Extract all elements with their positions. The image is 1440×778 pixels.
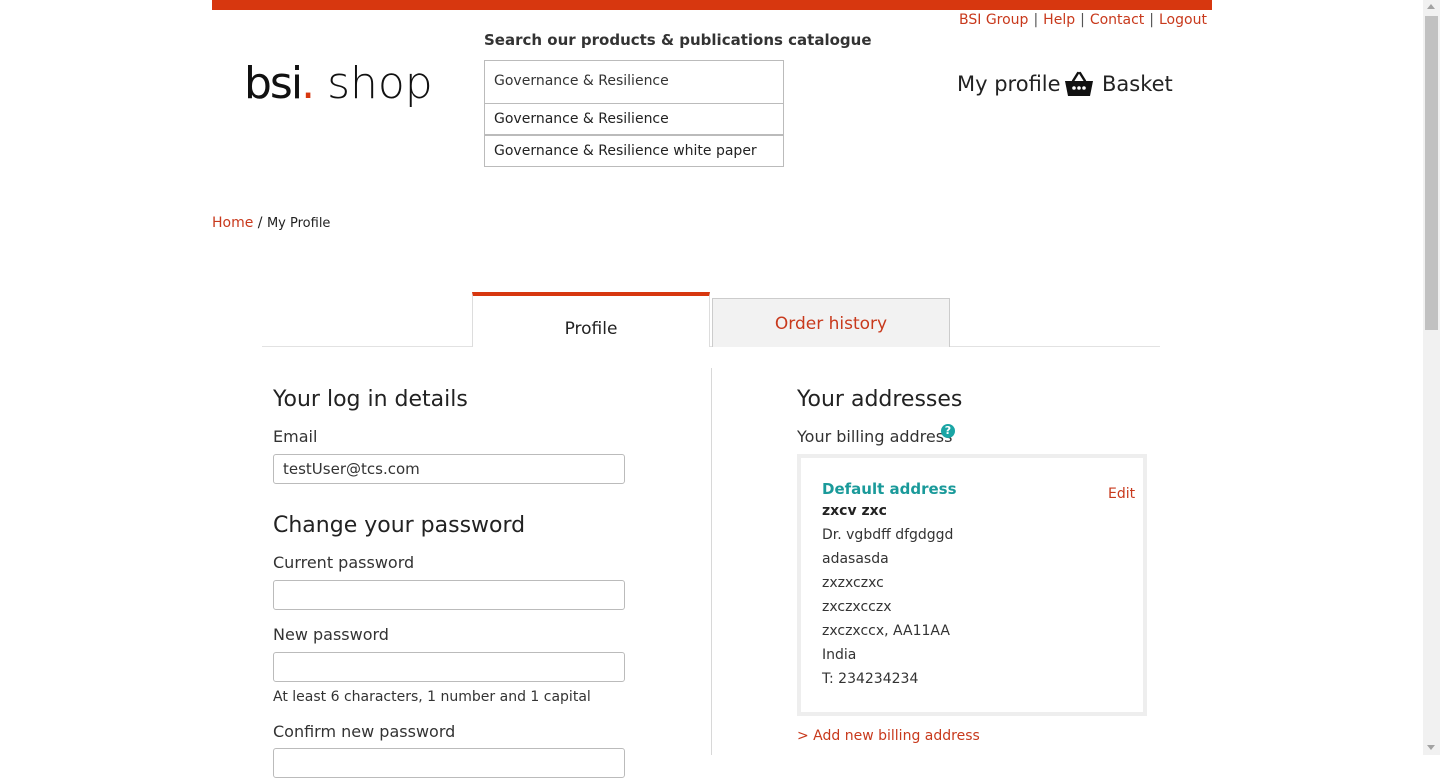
login-details-heading: Your log in details	[273, 387, 468, 412]
tab-baseline	[262, 346, 1160, 347]
address-line: Dr. vgbdff dfgdggd	[822, 527, 954, 543]
breadcrumb-home[interactable]: Home	[212, 215, 253, 231]
top-links: BSI Group | Help | Contact | Logout	[959, 12, 1207, 28]
email-label: Email	[273, 427, 318, 446]
suggestion-label: Governance & Resilience	[494, 111, 669, 127]
new-password-field[interactable]	[273, 652, 625, 682]
tab-order-history[interactable]: Order history	[712, 298, 950, 347]
breadcrumb-current: My Profile	[266, 216, 331, 231]
new-password-input[interactable]	[283, 653, 613, 681]
scroll-down-icon[interactable]	[1427, 745, 1435, 750]
address-line: India	[822, 647, 857, 663]
logo-shop: shop	[327, 58, 433, 109]
address-line: zxczxccx, AA11AA	[822, 623, 950, 639]
bsi-group-link[interactable]: BSI Group	[959, 12, 1028, 28]
confirm-password-field[interactable]	[273, 748, 625, 778]
top-accent-bar	[212, 0, 1212, 10]
address-line: zxczxcczx	[822, 599, 892, 615]
breadcrumb-separator: /	[257, 215, 263, 231]
help-icon[interactable]: ?	[941, 424, 955, 438]
search-label: Search our products & publications catal…	[484, 31, 872, 49]
change-password-heading: Change your password	[273, 513, 526, 538]
contact-link[interactable]: Contact	[1090, 12, 1144, 28]
confirm-password-label: Confirm new password	[273, 722, 456, 741]
search-suggestion[interactable]: Governance & Resilience white paper	[484, 135, 784, 167]
current-password-label: Current password	[273, 553, 415, 572]
current-password-input[interactable]	[283, 581, 613, 609]
add-billing-address-link[interactable]: > Add new billing address	[797, 728, 980, 744]
scrollbar-thumb[interactable]	[1425, 16, 1438, 330]
help-link[interactable]: Help	[1043, 12, 1075, 28]
edit-address-link[interactable]: Edit	[1108, 486, 1135, 502]
search-box[interactable]	[484, 60, 784, 104]
basket-link[interactable]: Basket	[1102, 72, 1173, 96]
tab-profile[interactable]: Profile	[472, 292, 710, 347]
addresses-heading: Your addresses	[797, 387, 963, 412]
my-profile-link[interactable]: My profile	[957, 72, 1061, 96]
breadcrumb: Home / My Profile	[212, 215, 330, 231]
column-divider	[711, 368, 712, 755]
address-name: zxcv zxc	[822, 503, 887, 519]
logo-brand: bsi	[244, 58, 303, 109]
password-hint: At least 6 characters, 1 number and 1 ca…	[273, 689, 591, 705]
scroll-up-icon[interactable]	[1427, 4, 1435, 9]
default-address-title: Default address	[822, 480, 957, 498]
bsi-shop-logo[interactable]: bsi. shop	[244, 58, 433, 110]
confirm-password-input[interactable]	[283, 749, 613, 777]
separator: |	[1149, 12, 1154, 28]
search-input[interactable]	[494, 61, 774, 101]
suggestion-label: Governance & Resilience white paper	[494, 143, 757, 159]
separator: |	[1033, 12, 1039, 28]
billing-address-label: Your billing address	[797, 427, 953, 446]
new-password-label: New password	[273, 625, 389, 644]
search-suggestion[interactable]: Governance & Resilience	[484, 103, 784, 135]
address-line: adasasda	[822, 551, 889, 567]
address-line: T: 234234234	[822, 671, 919, 687]
separator: |	[1080, 12, 1085, 28]
logout-link[interactable]: Logout	[1159, 12, 1207, 28]
basket-icon[interactable]	[1064, 70, 1094, 98]
email-input[interactable]	[283, 455, 613, 483]
current-password-field[interactable]	[273, 580, 625, 610]
email-field[interactable]	[273, 454, 625, 484]
logo-dot: .	[301, 58, 315, 109]
address-line: zxzxczxc	[822, 575, 884, 591]
